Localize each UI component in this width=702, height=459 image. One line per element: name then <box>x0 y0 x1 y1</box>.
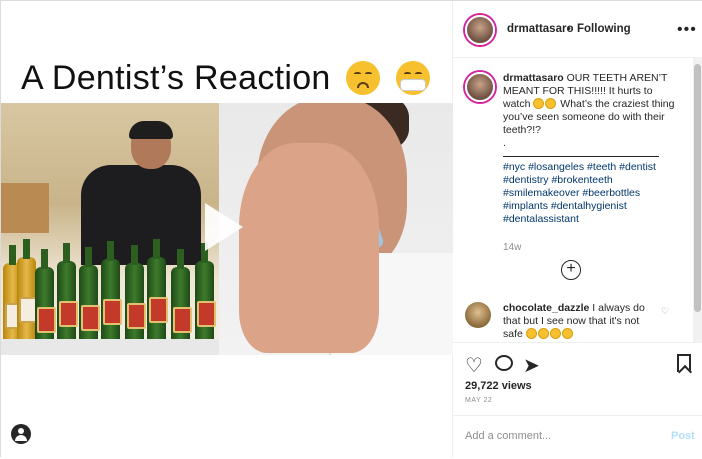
following-button[interactable]: Following <box>577 23 631 35</box>
post-actions: ♡ ➤ 29,722 views MAY 22 Add a comment...… <box>453 342 702 458</box>
more-options-icon[interactable]: ••• <box>677 21 697 39</box>
weary-emoji <box>533 98 545 109</box>
mask-face-emoji <box>396 61 431 95</box>
table <box>1 339 219 355</box>
scrollbar-thumb[interactable] <box>694 64 701 312</box>
weary-face-emoji <box>346 61 381 95</box>
like-icon[interactable]: ♡ <box>465 353 483 378</box>
weary-emoji <box>545 98 557 109</box>
post-header: drmattasaro • Following ••• <box>453 1 702 58</box>
header-separator: • <box>567 23 571 35</box>
comment-text: chocolate_dazzle I always do that but I … <box>503 302 653 341</box>
author-avatar[interactable] <box>465 15 495 45</box>
beer-bottles <box>1 235 219 347</box>
caption-divider <box>503 156 659 157</box>
view-count[interactable]: 29,722 views <box>465 380 532 392</box>
share-icon[interactable]: ➤ <box>523 353 540 378</box>
play-icon[interactable] <box>205 203 243 251</box>
post-date: MAY 22 <box>465 397 493 404</box>
caption-avatar[interactable] <box>465 72 495 102</box>
video-frame-dentist <box>219 103 453 355</box>
comments-scroll-area[interactable]: drmattasaro OUR TEETH AREN’T MEANT FOR T… <box>453 58 702 342</box>
post-button[interactable]: Post <box>671 430 695 442</box>
caption-timestamp: 14w <box>503 242 522 253</box>
post-side-panel: drmattasaro • Following ••• drmattasaro … <box>453 1 702 458</box>
video-title-text: A Dentist’s Reaction <box>21 59 431 98</box>
commenter-avatar[interactable] <box>465 302 491 328</box>
post-dialog: A Dentist’s Reaction drmattasaro • Follo… <box>0 0 702 458</box>
caption-username[interactable]: drmattasaro <box>503 72 564 84</box>
video-frame-bottle-opener <box>1 103 219 355</box>
video-title: A Dentist’s Reaction <box>21 59 331 97</box>
hands-covering-face <box>239 143 379 353</box>
author-username[interactable]: drmattasaro <box>507 23 573 35</box>
add-comment-bar: Add a comment... Post <box>453 415 702 459</box>
caption-hashtags[interactable]: #nyc #losangeles #teeth #dentist #dentis… <box>503 161 656 225</box>
user-tag-icon[interactable] <box>11 424 31 444</box>
load-more-comments-icon[interactable]: + <box>561 260 581 280</box>
comment-like-icon[interactable]: ♡ <box>661 306 669 317</box>
add-comment-input[interactable]: Add a comment... <box>465 430 551 442</box>
caption: drmattasaro OUR TEETH AREN’T MEANT FOR T… <box>503 72 681 226</box>
save-bookmark-icon[interactable] <box>677 354 691 372</box>
shelf <box>1 183 49 233</box>
scrollbar[interactable] <box>693 58 702 342</box>
caption-dot: . <box>503 137 506 149</box>
comment-icon[interactable] <box>495 355 513 371</box>
commenter-username[interactable]: chocolate_dazzle <box>503 302 589 314</box>
post-media[interactable]: A Dentist’s Reaction <box>1 1 453 458</box>
